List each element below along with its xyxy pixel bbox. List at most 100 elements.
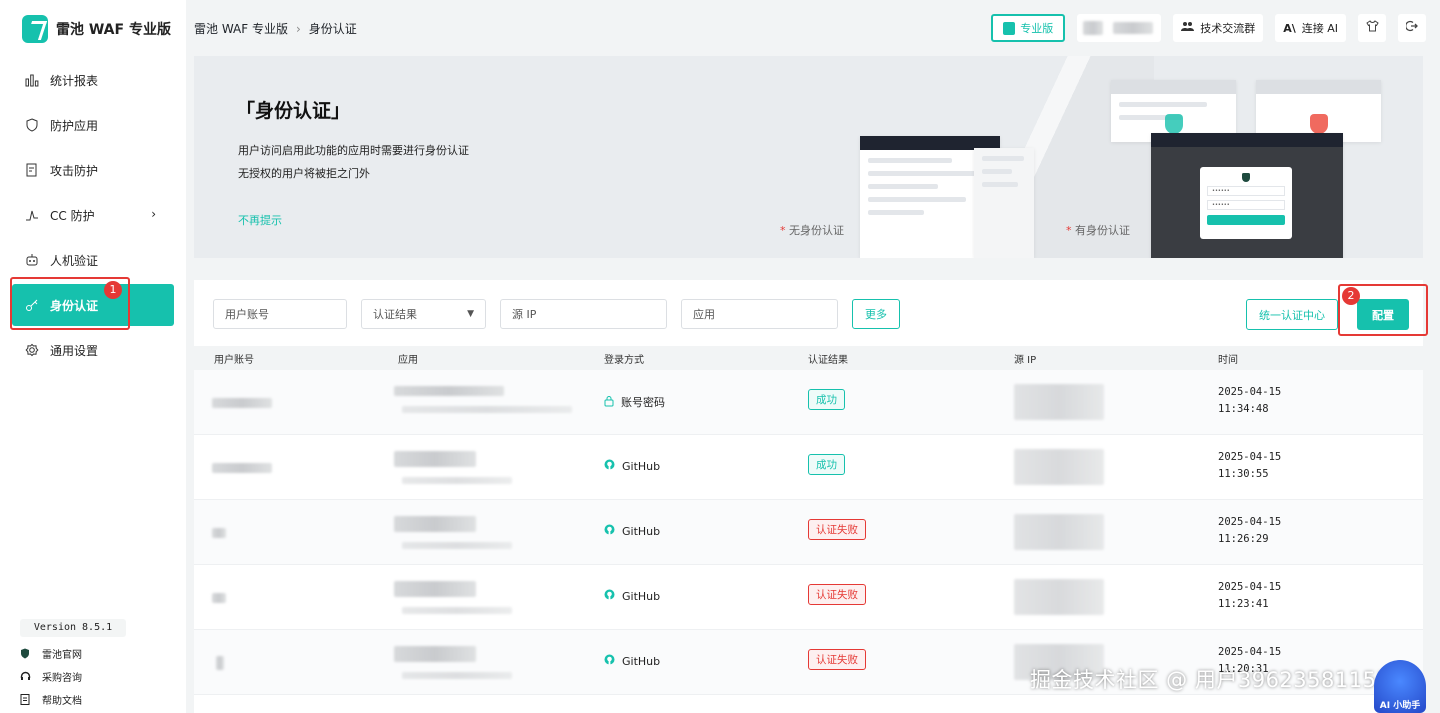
headset-icon — [18, 671, 32, 682]
source-ip-placeholder: 源 IP — [512, 308, 537, 321]
login-method: GitHub — [604, 524, 660, 538]
logout-button[interactable] — [1398, 14, 1426, 42]
column-header: 登录方式 — [604, 355, 644, 366]
users-icon — [1181, 21, 1195, 35]
logo-icon — [1003, 21, 1016, 35]
sidebar-item-label: 攻击防护 — [50, 163, 99, 178]
sso-center-button[interactable]: 统一认证中心 — [1246, 299, 1338, 330]
feature-intro-banner: 「身份认证」 用户访问启用此功能的应用时需要进行身份认证 无授权的用户将被拒之门… — [194, 56, 1423, 258]
sidebar-item-statistics[interactable]: 统计报表 — [12, 59, 174, 101]
source-ip-filter[interactable]: 源 IP — [500, 299, 667, 329]
document-icon — [18, 694, 32, 705]
sidebar-item-cc-protection[interactable]: CC 防护 › — [12, 194, 174, 236]
ai-assistant-label: AI 小助手 — [1379, 701, 1421, 711]
filter-bar: 用户账号 认证结果 ▼ 源 IP 应用 更多 — [213, 299, 900, 329]
github-icon — [604, 654, 615, 668]
timestamp-time: 11:34:48 — [1218, 403, 1269, 415]
github-icon — [604, 459, 615, 473]
breadcrumb-root[interactable]: 雷池 WAF 专业版 — [194, 20, 288, 37]
version-label: Version 8.5.1 — [20, 619, 126, 637]
timestamp-time: 11:23:41 — [1218, 598, 1269, 610]
sidebar-item-label: 人机验证 — [50, 253, 99, 268]
user-account-redacted — [212, 463, 272, 473]
banner-title: 「身份认证」 — [236, 100, 351, 122]
github-icon — [604, 589, 615, 603]
robot-icon — [24, 252, 40, 268]
app-domain-redacted — [402, 607, 512, 614]
avatar — [1083, 21, 1104, 35]
purchase-consult-link[interactable]: 采购咨询 — [18, 665, 82, 688]
watermark-text: 掘金技术社区 @ 用户3962358115​3 — [1030, 668, 1391, 692]
caption-with-auth: * 有身份认证 — [1066, 224, 1130, 237]
user-account-redacted — [216, 656, 224, 670]
timestamp-time: 11:26:29 — [1218, 533, 1269, 545]
login-method-label: GitHub — [622, 524, 661, 538]
timestamp-date: 2025-04-15 — [1218, 386, 1282, 398]
app-domain-redacted — [402, 542, 512, 549]
login-method-label: 账号密码 — [621, 396, 665, 409]
purchase-consult-label: 采购咨询 — [42, 673, 82, 684]
sidebar-item-captcha[interactable]: 人机验证 — [12, 239, 174, 281]
app-filter[interactable]: 应用 — [681, 299, 838, 329]
timestamp-time: 11:30:55 — [1218, 468, 1269, 480]
source-ip-redacted — [1014, 449, 1104, 485]
sidebar-item-label: 统计报表 — [50, 73, 99, 88]
top-bar: 雷池 WAF 专业版 › 身份认证 专业版 技术交流群 A\ 连接 AI — [186, 0, 1440, 56]
user-account-menu[interactable] — [1077, 14, 1162, 42]
chevron-right-icon: › — [151, 207, 156, 221]
login-dialog: •••••• •••••• — [1200, 167, 1292, 239]
status-badge: 认证失败 — [808, 584, 866, 605]
app-logo[interactable]: 雷池 WAF 专业版 — [22, 14, 171, 44]
sidebar-item-label: 通用设置 — [50, 343, 99, 358]
timestamp: 2025-04-15 11:26:29 — [1218, 514, 1281, 548]
pro-edition-button[interactable]: 专业版 — [991, 14, 1066, 42]
auth-log-panel: 用户账号 认证结果 ▼ 源 IP 应用 更多 统一认证中心 配置 用户账号 应用 … — [194, 280, 1423, 713]
sidebar-item-attack-protection[interactable]: 攻击防护 — [12, 149, 174, 191]
help-docs-label: 帮助文档 — [42, 696, 82, 707]
table-row[interactable]: 账号密码 成功 2025-04-15 11:34:48 — [194, 370, 1423, 435]
dismiss-link[interactable]: 不再提示 — [238, 212, 282, 228]
sidebar-item-authentication[interactable]: 身份认证 — [12, 284, 174, 326]
login-method: GitHub — [604, 654, 660, 668]
theme-shirt-button[interactable] — [1358, 14, 1386, 42]
user-account-redacted — [212, 528, 226, 538]
sidebar: 雷池 WAF 专业版 统计报表 防护应用 攻击防护 CC 防护 › 人机验证 身… — [0, 0, 186, 713]
banner-description-2: 无授权的用户将被拒之门外 — [238, 167, 370, 180]
pulse-icon — [24, 207, 40, 223]
app-domain-redacted — [402, 672, 512, 679]
official-site-link[interactable]: 雷池官网 — [18, 642, 82, 665]
login-method-label: GitHub — [622, 459, 661, 473]
ai-icon: A\ — [1283, 21, 1296, 35]
key-icon — [24, 297, 40, 313]
gear-icon — [24, 342, 40, 358]
sidebar-nav: 统计报表 防护应用 攻击防护 CC 防护 › 人机验证 身份认证 通用设置 — [12, 59, 174, 374]
community-group-button[interactable]: 技术交流群 — [1173, 14, 1264, 42]
shield-x-icon — [1310, 114, 1328, 134]
status-badge: 成功 — [808, 389, 845, 410]
table-row[interactable]: GitHub 认证失败 2025-04-15 11:23:41 — [194, 565, 1423, 630]
ai-assistant-button[interactable]: AI 小助手 — [1374, 660, 1426, 713]
status-badge: 认证失败 — [808, 519, 866, 540]
more-filters-button[interactable]: 更多 — [852, 299, 900, 329]
source-ip-redacted — [1014, 579, 1104, 615]
caption-without-auth: * 无身份认证 — [780, 224, 844, 237]
sidebar-item-general-settings[interactable]: 通用设置 — [12, 329, 174, 371]
table-row[interactable]: GitHub 成功 2025-04-15 11:30:55 — [194, 435, 1423, 500]
timestamp: 2025-04-15 11:30:55 — [1218, 449, 1281, 483]
shield-icon — [24, 117, 40, 133]
config-button[interactable]: 配置 — [1357, 299, 1409, 330]
app-name: 雷池 WAF 专业版 — [56, 22, 171, 38]
help-docs-link[interactable]: 帮助文档 — [18, 688, 82, 711]
timestamp-date: 2025-04-15 — [1218, 451, 1282, 463]
sidebar-item-protected-apps[interactable]: 防护应用 — [12, 104, 174, 146]
table-row[interactable]: GitHub 认证失败 2025-04-15 11:26:29 — [194, 500, 1423, 565]
timestamp: 2025-04-15 11:23:41 — [1218, 579, 1281, 613]
result-select[interactable]: 认证结果 ▼ — [361, 299, 486, 329]
step-marker-2: 2 — [1342, 287, 1360, 305]
bar-chart-icon — [24, 72, 40, 88]
column-header: 源 IP — [1014, 355, 1037, 366]
illustration-panel — [974, 148, 1034, 258]
user-account-filter[interactable]: 用户账号 — [213, 299, 347, 329]
logo-icon — [22, 15, 48, 43]
connect-ai-button[interactable]: A\ 连接 AI — [1275, 14, 1346, 42]
